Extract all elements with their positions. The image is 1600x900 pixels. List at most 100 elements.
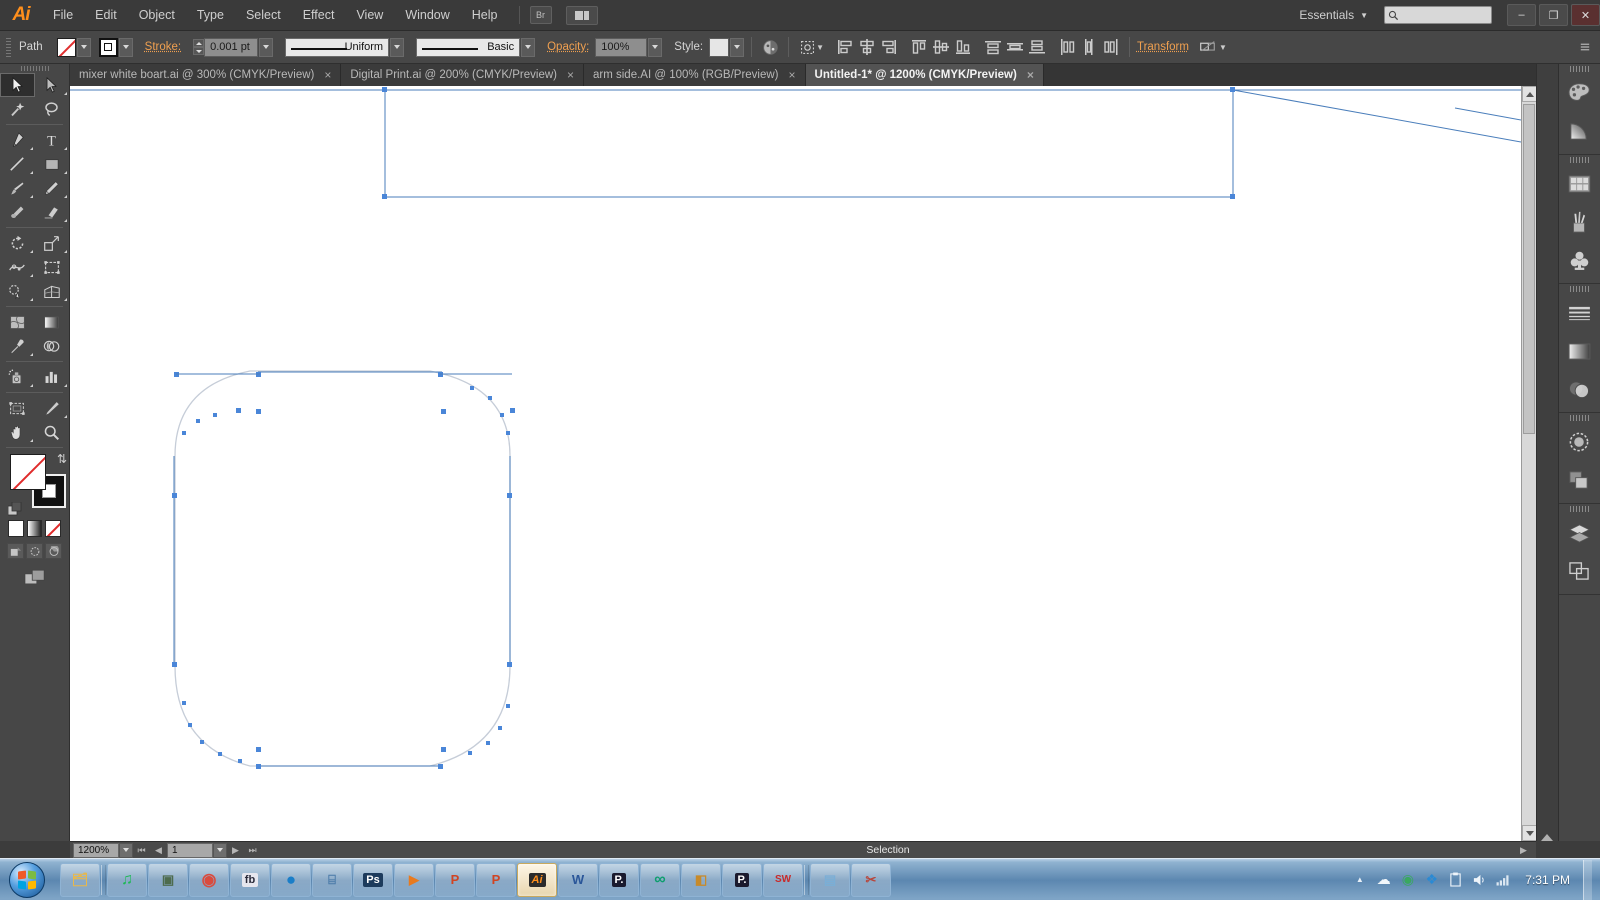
document-tab-0[interactable]: mixer white boart.ai @ 300% (CMYK/Previe… <box>70 64 342 86</box>
workspace-switcher[interactable]: Essentials ▼ <box>1293 8 1374 22</box>
scroll-down-button[interactable] <box>1522 825 1536 841</box>
slice-tool[interactable] <box>35 396 70 420</box>
draw-behind-button[interactable] <box>26 543 43 559</box>
tab-close-icon[interactable]: × <box>324 68 331 82</box>
gradient-mode-button[interactable] <box>26 520 43 537</box>
pencil-tool[interactable] <box>35 176 70 200</box>
isolate-selected-icon[interactable] <box>1197 36 1219 58</box>
align-left-icon[interactable] <box>834 36 856 58</box>
lasso-tool[interactable] <box>35 97 70 121</box>
go-to-bridge-icon[interactable]: Br <box>529 6 552 24</box>
brush-definition-combo[interactable]: Basic <box>416 37 521 57</box>
rotate-tool[interactable] <box>0 231 35 255</box>
panel-group-grip[interactable] <box>1559 504 1600 514</box>
align-right-icon[interactable] <box>878 36 900 58</box>
artboard-dropdown-arrow[interactable] <box>213 842 227 858</box>
artboards-panel-icon[interactable] <box>1559 552 1600 590</box>
stroke-profile-dropdown-arrow[interactable] <box>390 37 405 57</box>
magic-wand-tool[interactable] <box>0 97 35 121</box>
taskbar-tool[interactable]: ✂ <box>851 862 891 897</box>
symbols-panel-icon[interactable] <box>1559 241 1600 279</box>
transform-label[interactable]: Transform <box>1137 41 1189 53</box>
taskbar-spotify[interactable]: ♫ <box>107 862 147 897</box>
blend-tool[interactable] <box>35 334 70 358</box>
fill-swatch-large[interactable] <box>10 454 46 490</box>
column-graph-tool[interactable] <box>35 365 70 389</box>
restore-button[interactable]: ❐ <box>1539 4 1568 26</box>
stroke-color-swatch[interactable] <box>98 37 118 57</box>
panel-group-grip[interactable] <box>1559 64 1600 74</box>
taskbar-clock[interactable]: 7:31 PM <box>1519 873 1576 887</box>
panel-group-grip[interactable] <box>1559 155 1600 165</box>
taskbar-chrome[interactable]: ◉ <box>189 862 229 897</box>
taskbar-contacts[interactable]: ⌸ <box>312 862 352 897</box>
taskbar-monitor[interactable]: ▣ <box>148 862 188 897</box>
recolor-artwork-icon[interactable] <box>759 36 781 58</box>
taskbar-pdf-1[interactable]: P. <box>599 862 639 897</box>
swatches-panel-icon[interactable] <box>1559 165 1600 203</box>
scroll-up-button[interactable] <box>1522 86 1536 102</box>
hand-tool[interactable] <box>0 420 35 444</box>
tray-network-icon[interactable] <box>1495 871 1512 888</box>
distribute-bottom-icon[interactable] <box>1026 36 1048 58</box>
taskbar-photoshop[interactable]: Ps <box>353 862 393 897</box>
paintbrush-tool[interactable] <box>0 176 35 200</box>
tab-close-icon[interactable]: × <box>1027 68 1034 82</box>
canvas-vertical-scrollbar[interactable] <box>1521 86 1536 841</box>
menu-edit[interactable]: Edit <box>84 0 128 31</box>
taskbar-media-player[interactable]: ▶ <box>394 862 434 897</box>
tools-panel-grip[interactable] <box>0 64 69 73</box>
zoom-tool[interactable] <box>35 420 70 444</box>
color-guide-panel-icon[interactable] <box>1559 112 1600 150</box>
default-fill-stroke-icon[interactable] <box>7 501 22 516</box>
minimize-button[interactable]: – <box>1507 4 1536 26</box>
isolate-chevron-icon[interactable]: ▼ <box>1219 43 1227 52</box>
arrange-documents-icon[interactable] <box>565 5 598 25</box>
document-tab-3[interactable]: Untitled-1* @ 1200% (CMYK/Preview) × <box>805 64 1044 86</box>
start-button[interactable] <box>0 860 54 900</box>
swap-fill-stroke-icon[interactable]: ⇅ <box>57 452 67 466</box>
align-chevron-icon[interactable]: ▼ <box>816 43 824 52</box>
free-transform-tool[interactable] <box>35 255 70 279</box>
search-input[interactable] <box>1402 9 1488 21</box>
tab-close-icon[interactable]: × <box>567 68 574 82</box>
selection-tool[interactable] <box>0 73 35 97</box>
tray-show-hidden-icon[interactable]: ▲ <box>1351 871 1368 888</box>
shape-builder-tool[interactable] <box>0 279 35 303</box>
expand-panels-button[interactable] <box>1537 64 1559 841</box>
stroke-label[interactable]: Stroke: <box>145 41 181 53</box>
opacity-field[interactable]: 100% <box>595 37 648 57</box>
taskbar-powerpoint-1[interactable]: P <box>435 862 475 897</box>
graphic-styles-panel-icon[interactable] <box>1559 461 1600 499</box>
close-button[interactable]: ✕ <box>1571 4 1600 26</box>
control-bar-overflow-icon[interactable] <box>1578 36 1600 58</box>
menu-type[interactable]: Type <box>186 0 235 31</box>
align-to-selection-icon[interactable] <box>796 36 818 58</box>
first-artboard-button[interactable]: ⏮ <box>133 842 150 858</box>
style-dropdown-arrow[interactable] <box>730 37 745 57</box>
transparency-panel-icon[interactable] <box>1559 370 1600 408</box>
taskbar-powerpoint-2[interactable]: P <box>476 862 516 897</box>
menu-help[interactable]: Help <box>461 0 509 31</box>
brush-definition-dropdown-arrow[interactable] <box>521 37 536 57</box>
width-tool[interactable] <box>0 255 35 279</box>
align-center-horizontal-icon[interactable] <box>856 36 878 58</box>
artboard-tool[interactable] <box>0 396 35 420</box>
draw-normal-button[interactable] <box>7 543 24 559</box>
brushes-panel-icon[interactable] <box>1559 203 1600 241</box>
vertical-scroll-thumb[interactable] <box>1523 104 1535 434</box>
taskbar-pdf-2[interactable]: P. <box>722 862 762 897</box>
taskbar-illustrator[interactable]: Ai <box>517 862 557 897</box>
tray-dropbox-icon[interactable]: ❖ <box>1423 871 1440 888</box>
search-box[interactable] <box>1384 6 1492 24</box>
menu-view[interactable]: View <box>345 0 394 31</box>
tray-globe-icon[interactable]: ◉ <box>1399 871 1416 888</box>
eyedropper-tool[interactable] <box>0 334 35 358</box>
blob-brush-tool[interactable] <box>0 200 35 224</box>
fill-dropdown-arrow[interactable] <box>76 37 91 57</box>
distribute-center-vertical-icon[interactable] <box>1078 36 1100 58</box>
perspective-grid-tool[interactable] <box>35 279 70 303</box>
tray-volume-icon[interactable] <box>1471 871 1488 888</box>
last-artboard-button[interactable]: ⏭ <box>244 842 261 858</box>
appearance-panel-icon[interactable] <box>1559 423 1600 461</box>
